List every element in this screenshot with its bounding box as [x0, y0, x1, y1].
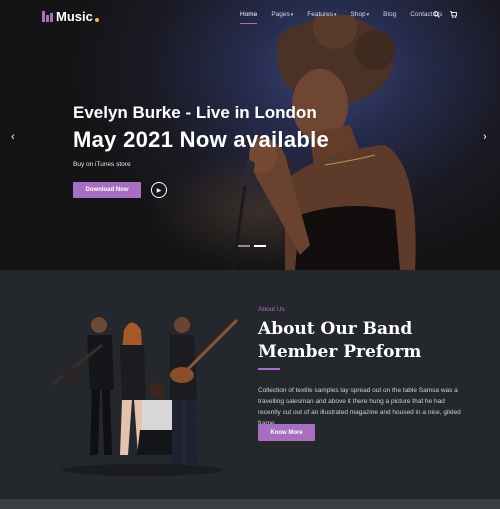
know-more-button[interactable]: Know More	[258, 424, 315, 441]
nav-item-home[interactable]: Home	[240, 11, 258, 24]
band-members-image	[51, 317, 239, 476]
about-tag: About Us	[258, 306, 285, 313]
play-icon: ▶	[156, 187, 162, 194]
nav-item-pages[interactable]: Pages▾	[271, 11, 293, 18]
about-body: Collection of textile samples lay spread…	[258, 387, 461, 427]
nav-item-label: Blog	[383, 11, 397, 18]
nav-item-blog[interactable]: Blog	[383, 11, 396, 18]
slider-dots	[238, 245, 266, 247]
play-button[interactable]: ▶	[151, 182, 167, 198]
chevron-down-icon: ▾	[290, 12, 294, 18]
nav-item-features[interactable]: Features▾	[307, 11, 336, 18]
nav-item-label: Features	[307, 11, 333, 18]
main-menu: Home Pages▾ Features▾ Shop▾ Blog Contact Us	[240, 11, 456, 24]
logo-text: Music	[56, 9, 93, 24]
about-title-line1: About Our Band	[258, 319, 413, 339]
chevron-down-icon: ▾	[366, 12, 370, 18]
logo[interactable]: Music	[42, 9, 99, 24]
prev-slide-arrow[interactable]: ‹	[11, 131, 15, 143]
about-title: About Our Band Member Preform	[258, 318, 421, 364]
hero-headline: May 2021 Now available	[73, 127, 330, 152]
chevron-down-icon: ▾	[333, 12, 337, 18]
next-section-edge	[0, 499, 500, 509]
slide-dot-1[interactable]	[238, 245, 250, 247]
hero-slider: Music Home Pages▾ Features▾ Shop▾ Blog Contac…	[0, 0, 500, 270]
nav-item-label: Home	[240, 11, 258, 18]
top-nav: Music Home Pages▾ Features▾ Shop▾ Blog Contac…	[0, 0, 500, 32]
hero-eyebrow: Evelyn Burke - Live in London	[73, 103, 317, 122]
logo-dot	[94, 18, 99, 22]
about-title-line2: Member Preform	[258, 342, 422, 362]
about-section: About Us About Our Band Member Preform C…	[0, 270, 500, 499]
nav-item-label: Pages	[271, 11, 290, 18]
cart-icon[interactable]	[450, 11, 458, 20]
download-now-button[interactable]: Download Now	[73, 182, 141, 198]
nav-item-label: Shop	[350, 11, 366, 18]
about-divider	[258, 368, 280, 370]
logo-bars-icon	[42, 11, 53, 22]
next-slide-arrow[interactable]: ›	[483, 131, 487, 143]
nav-item-shop[interactable]: Shop▾	[350, 11, 369, 18]
slide-dot-2[interactable]	[254, 245, 266, 247]
search-icon[interactable]	[433, 11, 440, 20]
hero-store-text: Buy on iTunes store	[73, 161, 131, 168]
